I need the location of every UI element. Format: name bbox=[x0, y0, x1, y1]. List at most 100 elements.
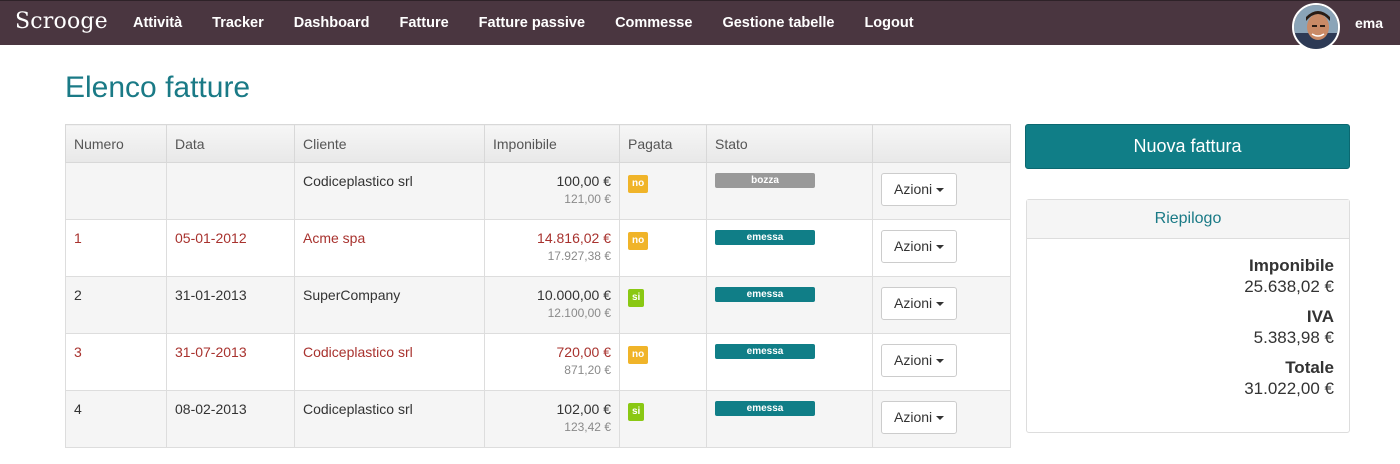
actions-label: Azioni bbox=[894, 352, 933, 368]
invoice-number: 3 bbox=[74, 344, 82, 360]
cell-imponibile: 10.000,00 € 12.100,00 € bbox=[484, 276, 620, 334]
status-badge: bozza bbox=[715, 173, 815, 188]
page-title: Elenco fatture bbox=[65, 71, 251, 104]
cell-actions: Azioni bbox=[872, 219, 1011, 277]
cell-stato: emessa bbox=[706, 219, 873, 277]
invoice-taxable: 14.816,02 € bbox=[537, 230, 611, 246]
cell-numero: 1 bbox=[65, 219, 167, 277]
cell-pagata: si bbox=[619, 276, 707, 334]
cell-data: 31-07-2013 bbox=[166, 333, 295, 391]
nav-link-tracker[interactable]: Tracker bbox=[197, 1, 279, 46]
caret-down-icon bbox=[936, 359, 945, 364]
cell-pagata: no bbox=[619, 333, 707, 391]
invoice-number bbox=[74, 163, 158, 173]
cell-cliente: SuperCompany bbox=[294, 276, 485, 334]
cell-numero: 3 bbox=[65, 333, 167, 391]
invoice-date: 31-07-2013 bbox=[175, 344, 247, 360]
actions-label: Azioni bbox=[894, 295, 933, 311]
cell-actions: Azioni bbox=[872, 333, 1011, 391]
invoice-client: Codiceplastico srl bbox=[303, 173, 413, 189]
invoice-number: 2 bbox=[74, 287, 82, 303]
summary-iva-label: IVA bbox=[1306, 307, 1334, 326]
cell-actions: Azioni bbox=[872, 276, 1011, 334]
paid-badge: no bbox=[628, 232, 649, 250]
table-row[interactable]: Codiceplastico srl 100,00 € 121,00 € no … bbox=[65, 162, 1011, 220]
table-row[interactable]: 4 08-02-2013 Codiceplastico srl 102,00 €… bbox=[65, 390, 1011, 448]
status-badge: emessa bbox=[715, 230, 815, 245]
nav-link-logout[interactable]: Logout bbox=[849, 1, 928, 46]
cell-data: 31-01-2013 bbox=[166, 276, 295, 334]
cell-actions: Azioni bbox=[872, 390, 1011, 448]
table-row[interactable]: 2 31-01-2013 SuperCompany 10.000,00 € 12… bbox=[65, 276, 1011, 334]
cell-cliente: Codiceplastico srl bbox=[294, 333, 485, 391]
nav-link-attivita[interactable]: Attività bbox=[118, 1, 197, 46]
nav-link-commesse[interactable]: Commesse bbox=[600, 1, 707, 46]
invoices-table: Numero Data Cliente Imponibile Pagata St… bbox=[65, 124, 1011, 448]
cell-actions: Azioni bbox=[872, 162, 1011, 220]
actions-label: Azioni bbox=[894, 409, 933, 425]
cell-stato: emessa bbox=[706, 276, 873, 334]
invoices-table-container: Numero Data Cliente Imponibile Pagata St… bbox=[65, 124, 1011, 448]
cell-stato: emessa bbox=[706, 390, 873, 448]
column-header-actions bbox=[872, 124, 1011, 163]
table-row[interactable]: 1 05-01-2012 Acme spa 14.816,02 € 17.927… bbox=[65, 219, 1011, 277]
actions-dropdown-button[interactable]: Azioni bbox=[881, 173, 958, 206]
cell-imponibile: 102,00 € 123,42 € bbox=[484, 390, 620, 448]
cell-cliente: Acme spa bbox=[294, 219, 485, 277]
cell-pagata: no bbox=[619, 219, 707, 277]
summary-totale-value: 31.022,00 € bbox=[1244, 379, 1334, 398]
actions-dropdown-button[interactable]: Azioni bbox=[881, 401, 958, 434]
invoice-client: Codiceplastico srl bbox=[303, 344, 413, 360]
table-row[interactable]: 3 31-07-2013 Codiceplastico srl 720,00 €… bbox=[65, 333, 1011, 391]
paid-badge: si bbox=[628, 403, 645, 421]
column-header-numero[interactable]: Numero bbox=[65, 124, 167, 163]
cell-numero: 4 bbox=[65, 390, 167, 448]
actions-dropdown-button[interactable]: Azioni bbox=[881, 287, 958, 320]
invoice-date bbox=[175, 163, 286, 173]
invoice-client: SuperCompany bbox=[303, 287, 401, 303]
cell-stato: emessa bbox=[706, 333, 873, 391]
actions-label: Azioni bbox=[894, 238, 933, 254]
invoice-total: 12.100,00 € bbox=[547, 306, 611, 320]
summary-title: Riepilogo bbox=[1027, 200, 1349, 239]
nav-link-fatture[interactable]: Fatture bbox=[385, 1, 464, 46]
actions-dropdown-button[interactable]: Azioni bbox=[881, 344, 958, 377]
cell-data bbox=[166, 162, 295, 220]
paid-badge: no bbox=[628, 346, 649, 364]
caret-down-icon bbox=[936, 302, 945, 307]
paid-badge: si bbox=[628, 289, 645, 307]
user-avatar[interactable] bbox=[1292, 3, 1340, 51]
summary-panel: Riepilogo Imponibile 25.638,02 € IVA 5.3… bbox=[1026, 199, 1350, 433]
column-header-pagata[interactable]: Pagata bbox=[619, 124, 707, 163]
invoice-number: 4 bbox=[74, 401, 82, 417]
invoice-client: Acme spa bbox=[303, 230, 366, 246]
cell-data: 05-01-2012 bbox=[166, 219, 295, 277]
brand-logo[interactable]: Scrooge bbox=[15, 9, 108, 34]
nav-link-dashboard[interactable]: Dashboard bbox=[279, 1, 385, 46]
nav-link-fatture-passive[interactable]: Fatture passive bbox=[464, 1, 600, 46]
column-header-cliente[interactable]: Cliente bbox=[294, 124, 485, 163]
avatar-photo-icon bbox=[1294, 5, 1338, 49]
invoice-taxable: 720,00 € bbox=[556, 344, 612, 360]
actions-dropdown-button[interactable]: Azioni bbox=[881, 230, 958, 263]
summary-imponibile-value: 25.638,02 € bbox=[1244, 277, 1334, 296]
invoice-total: 123,42 € bbox=[564, 420, 611, 434]
new-invoice-button[interactable]: Nuova fattura bbox=[1025, 124, 1350, 169]
caret-down-icon bbox=[936, 188, 945, 193]
top-navbar: Scrooge Attività Tracker Dashboard Fattu… bbox=[0, 0, 1400, 51]
invoice-date: 31-01-2013 bbox=[175, 287, 247, 303]
username[interactable]: ema bbox=[1355, 1, 1383, 46]
cell-imponibile: 100,00 € 121,00 € bbox=[484, 162, 620, 220]
status-badge: emessa bbox=[715, 287, 815, 302]
summary-body: Imponibile 25.638,02 € IVA 5.383,98 € To… bbox=[1027, 239, 1349, 400]
column-header-stato[interactable]: Stato bbox=[706, 124, 873, 163]
column-header-imponibile[interactable]: Imponibile bbox=[484, 124, 620, 163]
actions-label: Azioni bbox=[894, 181, 933, 197]
cell-numero: 2 bbox=[65, 276, 167, 334]
cell-numero bbox=[65, 162, 167, 220]
cell-cliente: Codiceplastico srl bbox=[294, 162, 485, 220]
column-header-data[interactable]: Data bbox=[166, 124, 295, 163]
caret-down-icon bbox=[936, 416, 945, 421]
nav-link-gestione-tabelle[interactable]: Gestione tabelle bbox=[707, 1, 849, 46]
caret-down-icon bbox=[936, 245, 945, 250]
